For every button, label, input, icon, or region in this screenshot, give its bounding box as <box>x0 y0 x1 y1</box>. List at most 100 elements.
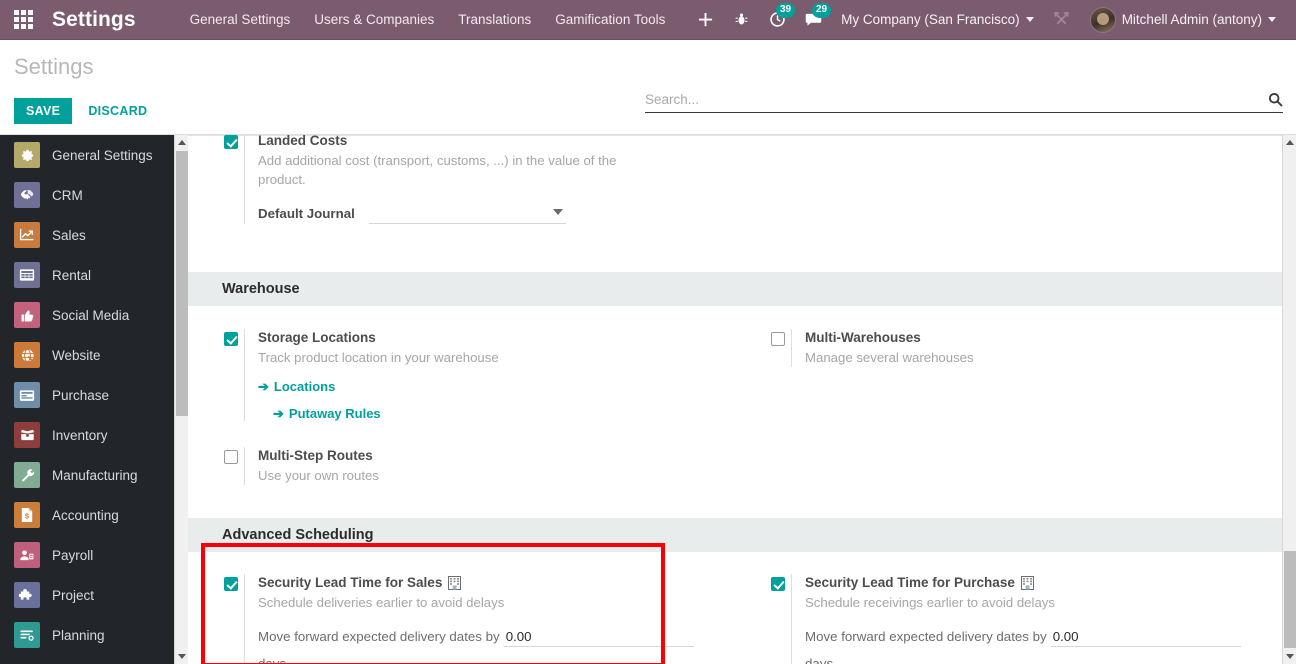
settings-sidebar: General Settings CRM Sales Rental Social Med… <box>0 135 188 664</box>
content-scroll-thumb[interactable] <box>1284 551 1296 648</box>
link-putaway-rules[interactable]: ➔ Putaway Rules <box>273 406 381 421</box>
lead-time-sales-field-row: Move forward expected delivery dates by <box>258 628 713 647</box>
sidebar-item-planning[interactable]: Planning <box>0 615 188 655</box>
scroll-up-arrow[interactable] <box>175 135 188 150</box>
setting-lead-time-purchase: Security Lead Time for Purchase Schedule… <box>757 564 1260 664</box>
setting-lead-time-sales: Security Lead Time for Sales Schedule de… <box>210 564 713 664</box>
apps-grid-icon[interactable] <box>0 0 46 40</box>
warehouse-spacer-col <box>735 437 1282 489</box>
app-brand-title[interactable]: Settings <box>52 8 136 32</box>
breadcrumb[interactable]: Settings <box>14 54 94 80</box>
lead-time-purchase-checkbox[interactable] <box>771 577 785 592</box>
sidebar-scroll-thumb[interactable] <box>176 151 188 416</box>
sidebar-item-purchase[interactable]: Purchase <box>0 375 188 415</box>
lead-time-sales-input[interactable] <box>503 628 694 647</box>
sidebar-item-manufacturing[interactable]: Manufacturing <box>0 455 188 495</box>
default-journal-select[interactable] <box>368 204 566 224</box>
section-header-warehouse: Warehouse <box>188 271 1282 306</box>
multi-step-routes-col: Multi-Step Routes Use your own routes <box>188 437 735 489</box>
sidebar-item-label: Accounting <box>52 507 119 523</box>
setting-landed-costs: Landed Costs Add additional cost (transp… <box>210 135 713 228</box>
scroll-up-arrow[interactable] <box>1283 135 1296 150</box>
landed-costs-checkbox[interactable] <box>224 135 238 149</box>
lead-time-purchase-col: Security Lead Time for Purchase Schedule… <box>735 564 1282 664</box>
default-journal-row: Default Journal <box>258 204 713 224</box>
sidebar-item-website[interactable]: Website <box>0 335 188 375</box>
sidebar-item-sales[interactable]: Sales <box>0 215 188 255</box>
menu-users-companies[interactable]: Users & Companies <box>302 0 446 40</box>
save-button[interactable]: SAVE <box>14 98 73 124</box>
sidebar-list: General Settings CRM Sales Rental Social Med… <box>0 135 188 664</box>
link-locations[interactable]: ➔ Locations <box>258 379 335 394</box>
user-name: Mitchell Admin (antony) <box>1121 12 1262 27</box>
sidebar-item-project[interactable]: Project <box>0 575 188 615</box>
multi-step-routes-checkbox-wrap <box>210 447 244 485</box>
sidebar-item-rental[interactable]: Rental <box>0 255 188 295</box>
lead-time-purchase-field-prefix: Move forward expected delivery dates by <box>805 628 1047 644</box>
discard-button[interactable]: DISCARD <box>78 98 157 124</box>
card-icon <box>14 382 40 408</box>
search-icon[interactable] <box>1268 92 1283 107</box>
multi-step-routes-checkbox[interactable] <box>224 449 238 464</box>
puzzle-icon <box>14 582 40 608</box>
bug-icon[interactable] <box>723 0 759 40</box>
sidebar-item-inventory[interactable]: Inventory <box>0 415 188 455</box>
sidebar-item-payroll[interactable]: Payroll <box>0 535 188 575</box>
multi-step-routes-description: Use your own routes <box>258 468 379 484</box>
menu-general-settings[interactable]: General Settings <box>178 0 303 40</box>
multi-warehouses-title: Multi-Warehouses <box>805 329 921 345</box>
messages-icon[interactable]: 29 <box>795 0 832 40</box>
avatar <box>1089 6 1116 33</box>
warehouse-row-1: Storage Locations Track product location… <box>188 319 1282 425</box>
user-menu[interactable]: Mitchell Admin (antony) <box>1080 0 1286 40</box>
company-switcher[interactable]: My Company (San Francisco) <box>831 0 1044 40</box>
setting-multi-warehouses: Multi-Warehouses Manage several warehous… <box>757 319 1260 371</box>
sidebar-item-crm[interactable]: CRM <box>0 175 188 215</box>
globe-icon <box>14 342 40 368</box>
sidebar-item-label: Inventory <box>52 427 108 443</box>
setting-storage-locations: Storage Locations Track product location… <box>210 319 713 425</box>
sidebar-item-label: Website <box>52 347 101 363</box>
chevron-down-icon[interactable] <box>552 208 563 215</box>
menu-translations[interactable]: Translations <box>446 0 543 40</box>
lead-time-purchase-checkbox-wrap <box>757 574 791 664</box>
search-input[interactable] <box>645 92 1268 107</box>
sidebar-item-accounting[interactable]: $ Accounting <box>0 495 188 535</box>
chevron-down-icon <box>1025 17 1034 22</box>
sidebar-item-label: Rental <box>52 267 92 283</box>
sidebar-item-social-media[interactable]: Social Media <box>0 295 188 335</box>
landed-costs-spacer-col <box>735 135 1282 228</box>
lead-time-purchase-body: Security Lead Time for Purchase Schedule… <box>791 574 1260 664</box>
lead-time-purchase-title-row: Security Lead Time for Purchase <box>805 574 1260 592</box>
landed-costs-description: Add additional cost (transport, customs,… <box>258 153 617 188</box>
activity-clock-icon[interactable]: 39 <box>759 0 796 40</box>
storage-locations-description: Track product location in your warehouse <box>258 349 499 365</box>
multi-warehouses-checkbox[interactable] <box>771 331 785 346</box>
topbar-right-group: 39 29 My Company (San Francisco) Mitchel… <box>687 0 1296 40</box>
lead-time-sales-checkbox[interactable] <box>224 577 238 592</box>
plus-icon[interactable] <box>687 0 723 40</box>
lead-time-sales-field-prefix: Move forward expected delivery dates by <box>258 628 500 644</box>
sidebar-scrollbar[interactable] <box>174 135 188 664</box>
sidebar-item-label: Payroll <box>52 547 94 563</box>
storage-locations-checkbox[interactable] <box>224 331 238 346</box>
lead-time-purchase-input[interactable] <box>1050 628 1241 647</box>
storage-locations-title: Storage Locations <box>258 329 376 345</box>
lead-time-sales-checkbox-wrap <box>210 574 244 664</box>
content-scrollbar[interactable] <box>1282 135 1296 664</box>
top-navbar: Settings General Settings Users & Compan… <box>0 0 1296 40</box>
scroll-down-arrow[interactable] <box>175 649 188 664</box>
building-icon <box>1020 576 1034 591</box>
wrench-screwdriver-icon[interactable] <box>1044 0 1080 40</box>
control-panel-buttons: SAVE DISCARD <box>14 98 157 124</box>
section-header-advanced-scheduling: Advanced Scheduling <box>188 518 1282 553</box>
link-locations-label: Locations <box>273 378 336 394</box>
scroll-down-arrow[interactable] <box>1283 649 1296 664</box>
advanced-scheduling-row: Security Lead Time for Sales Schedule de… <box>188 564 1282 664</box>
sidebar-item-general-settings[interactable]: General Settings <box>0 135 188 175</box>
menu-gamification-tools[interactable]: Gamification Tools <box>543 0 677 40</box>
lead-time-purchase-title: Security Lead Time for Purchase <box>805 575 1015 591</box>
chevron-down-icon <box>1268 17 1276 22</box>
activity-badge-count: 39 <box>776 2 796 18</box>
company-name: My Company (San Francisco) <box>841 12 1020 27</box>
